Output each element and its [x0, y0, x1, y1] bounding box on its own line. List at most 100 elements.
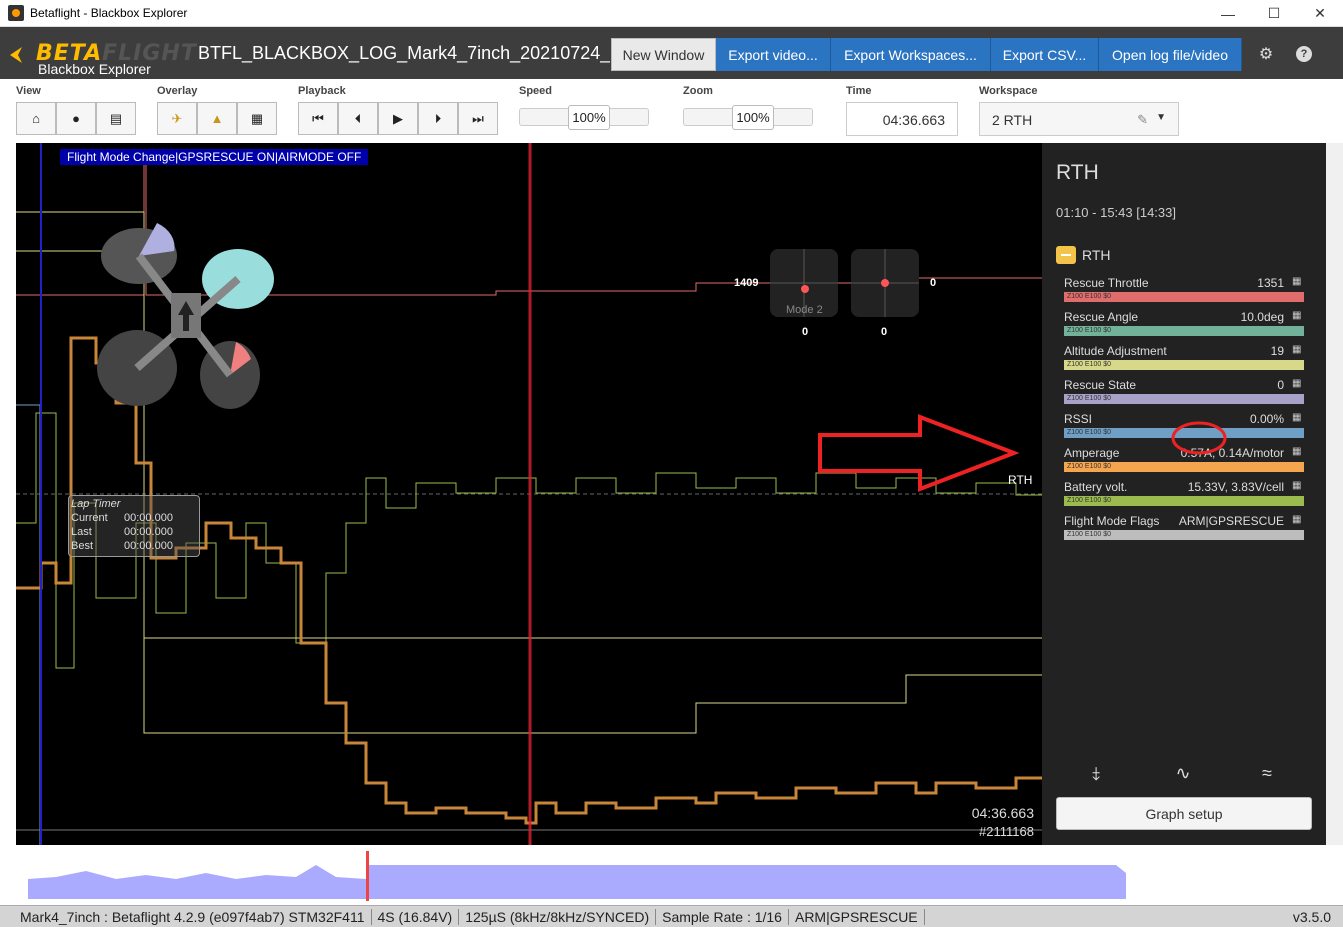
sidebar-scrollbar[interactable]	[1326, 143, 1343, 845]
field-options-icon[interactable]: ▦	[1292, 514, 1304, 526]
craft-overlay-icon[interactable]: ✈	[157, 102, 197, 135]
speed-value[interactable]: 100%	[568, 105, 610, 130]
graph-frame-number: #2111168	[979, 824, 1034, 839]
info-icon[interactable]: ●	[56, 102, 96, 135]
time-input[interactable]: 04:36.663	[846, 102, 958, 136]
toolbar: View ⌂ ● ▤ Overlay ✈ ▲ ▦ Playback ⏮ ⏴ ▶ …	[0, 79, 1343, 143]
export-csv-button[interactable]: Export CSV...	[991, 38, 1099, 71]
field-scale-bar[interactable]: Z100 E100 $0	[1064, 530, 1304, 540]
field-name: Battery volt.	[1064, 480, 1128, 494]
window-title: Betaflight - Blackbox Explorer	[30, 6, 188, 20]
speed-slider[interactable]: 100%	[519, 105, 649, 130]
graph-setup-button[interactable]: Graph setup	[1056, 797, 1312, 830]
new-window-button[interactable]: New Window	[611, 38, 716, 71]
field-options-icon[interactable]: ▦	[1292, 344, 1304, 356]
app-icon	[8, 5, 24, 21]
lap-best-label: Best	[71, 540, 94, 552]
field-options-icon[interactable]: ▦	[1292, 378, 1304, 390]
left-stick-dot	[801, 285, 809, 293]
export-video-button[interactable]: Export video...	[716, 38, 831, 71]
zoom-slider[interactable]: 100%	[683, 105, 813, 130]
field-options-icon[interactable]: ▦	[1292, 310, 1304, 322]
seek-bar[interactable]	[16, 851, 1129, 901]
flight-mode-change-label: Flight Mode Change|GPSRESCUE ON|AIRMODE …	[60, 149, 369, 165]
lap-best-value: 00:00.000	[124, 540, 173, 552]
help-icon[interactable]: ?	[1296, 46, 1312, 62]
zoom-value[interactable]: 100%	[732, 105, 774, 130]
right-stick-value: 0	[930, 277, 937, 289]
betaflight-logo-icon	[10, 47, 22, 63]
pencil-icon[interactable]: ✎	[1137, 112, 1148, 128]
annotation-arrow-icon	[818, 414, 1020, 492]
sidebar-group[interactable]: RTH	[1056, 246, 1111, 264]
field-value: 1351	[1257, 276, 1284, 290]
field-scale-bar[interactable]: Z100 E100 $0	[1064, 496, 1304, 506]
spectrum-icon[interactable]: ∿	[1169, 763, 1197, 791]
view-label: View	[16, 85, 41, 97]
graph-canvas[interactable]: Flight Mode Change|GPSRESCUE ON|AIRMODE …	[16, 143, 1042, 845]
step-back-icon[interactable]: ⏴	[338, 102, 378, 135]
step-forward-icon[interactable]: ⏵	[418, 102, 458, 135]
lap-current-value: 00:00.000	[124, 512, 173, 524]
graph-traces	[16, 143, 1042, 845]
zoom-label: Zoom	[683, 85, 713, 97]
workspace-value: 2 RTH	[992, 112, 1033, 128]
field-scale-bar[interactable]: Z100 E100 $0	[1064, 394, 1304, 404]
field-row[interactable]: Rescue Angle 10.0deg ▦ Z100 E100 $0	[1064, 310, 1304, 342]
field-options-icon[interactable]: ▦	[1292, 480, 1304, 492]
amperage-annotation-circle	[1171, 421, 1227, 455]
jump-end-icon[interactable]: ⏭	[458, 102, 498, 135]
field-scale-bar[interactable]: Z100 E100 $0	[1064, 462, 1304, 472]
lap-last-label: Last	[71, 526, 92, 538]
sticks-overlay-icon[interactable]: ▲	[197, 102, 237, 135]
field-value: 15.33V, 3.83V/cell	[1187, 480, 1284, 494]
field-scale-bar[interactable]: Z100 E100 $0	[1064, 326, 1304, 336]
right-stick-bottom: 0	[881, 326, 888, 338]
field-value: ARM|GPSRESCUE	[1178, 514, 1284, 528]
field-row[interactable]: Rescue State 0 ▦ Z100 E100 $0	[1064, 378, 1304, 410]
sidebar-title: RTH	[1056, 161, 1099, 184]
field-scale-bar[interactable]: Z100 E100 $0	[1064, 360, 1304, 370]
seek-cursor[interactable]	[366, 851, 369, 901]
maximize-button[interactable]: ☐	[1251, 0, 1297, 27]
field-name: Rescue Throttle	[1064, 276, 1149, 290]
field-row[interactable]: Battery volt. 15.33V, 3.83V/cell ▦ Z100 E10…	[1064, 480, 1304, 512]
home-icon[interactable]: ⌂	[16, 102, 56, 135]
open-log-button[interactable]: Open log file/video	[1099, 38, 1242, 71]
play-icon[interactable]: ▶	[378, 102, 418, 135]
seek-bar-graph	[28, 851, 1126, 901]
left-stick-value: 1409	[734, 277, 759, 289]
status-version: v3.5.0	[1292, 909, 1331, 925]
right-stick-dot	[881, 279, 889, 287]
view-group: ⌂ ● ▤	[16, 102, 136, 135]
analyser-overlay-icon[interactable]: ▦	[237, 102, 277, 135]
log-list-icon[interactable]: ▤	[96, 102, 136, 135]
status-flags: ARM|GPSRESCUE	[789, 908, 925, 925]
lap-current-label: Current	[71, 512, 108, 524]
left-stick-bottom: 0	[802, 326, 809, 338]
field-row[interactable]: Altitude Adjustment 19 ▦ Z100 E100 $0	[1064, 344, 1304, 376]
field-row[interactable]: Rescue Throttle 1351 ▦ Z100 E100 $0	[1064, 276, 1304, 308]
export-workspaces-button[interactable]: Export Workspaces...	[831, 38, 991, 71]
field-row[interactable]: Flight Mode Flags ARM|GPSRESCUE ▦ Z100 E100…	[1064, 514, 1304, 546]
axis-graph-icon[interactable]: ⤈	[1082, 763, 1110, 791]
minimize-button[interactable]: —	[1205, 0, 1251, 27]
collapse-icon[interactable]	[1056, 246, 1076, 264]
graph-time: 04:36.663	[971, 805, 1034, 821]
overlay-group: ✈ ▲ ▦	[157, 102, 277, 135]
status-looptime: 125µS (8kHz/8kHz/SYNCED)	[459, 908, 657, 925]
playback-group: ⏮ ⏴ ▶ ⏵ ⏭	[298, 102, 498, 135]
craft-model	[97, 223, 274, 409]
caret-down-icon[interactable]: ▼	[1156, 112, 1166, 123]
status-cells: 4S (16.84V)	[372, 908, 460, 925]
status-craft: Mark4_7inch : Betaflight 4.2.9 (e097f4ab…	[0, 908, 372, 925]
field-options-icon[interactable]: ▦	[1292, 276, 1304, 288]
field-scale-bar[interactable]: Z100 E100 $0	[1064, 292, 1304, 302]
workspace-select[interactable]: 2 RTH ✎ ▼	[979, 102, 1179, 136]
jump-start-icon[interactable]: ⏮	[298, 102, 338, 135]
app-header: BETAFLIGHT Blackbox Explorer BTFL_BLACKB…	[0, 27, 1343, 79]
close-button[interactable]: ✕	[1297, 0, 1343, 27]
curve-graph-icon[interactable]: ≈	[1253, 763, 1281, 791]
field-sidebar: RTH 01:10 - 15:43 [14:33] RTH Rescue Thr…	[1042, 143, 1326, 845]
gear-icon[interactable]: ⚙	[1256, 44, 1276, 64]
